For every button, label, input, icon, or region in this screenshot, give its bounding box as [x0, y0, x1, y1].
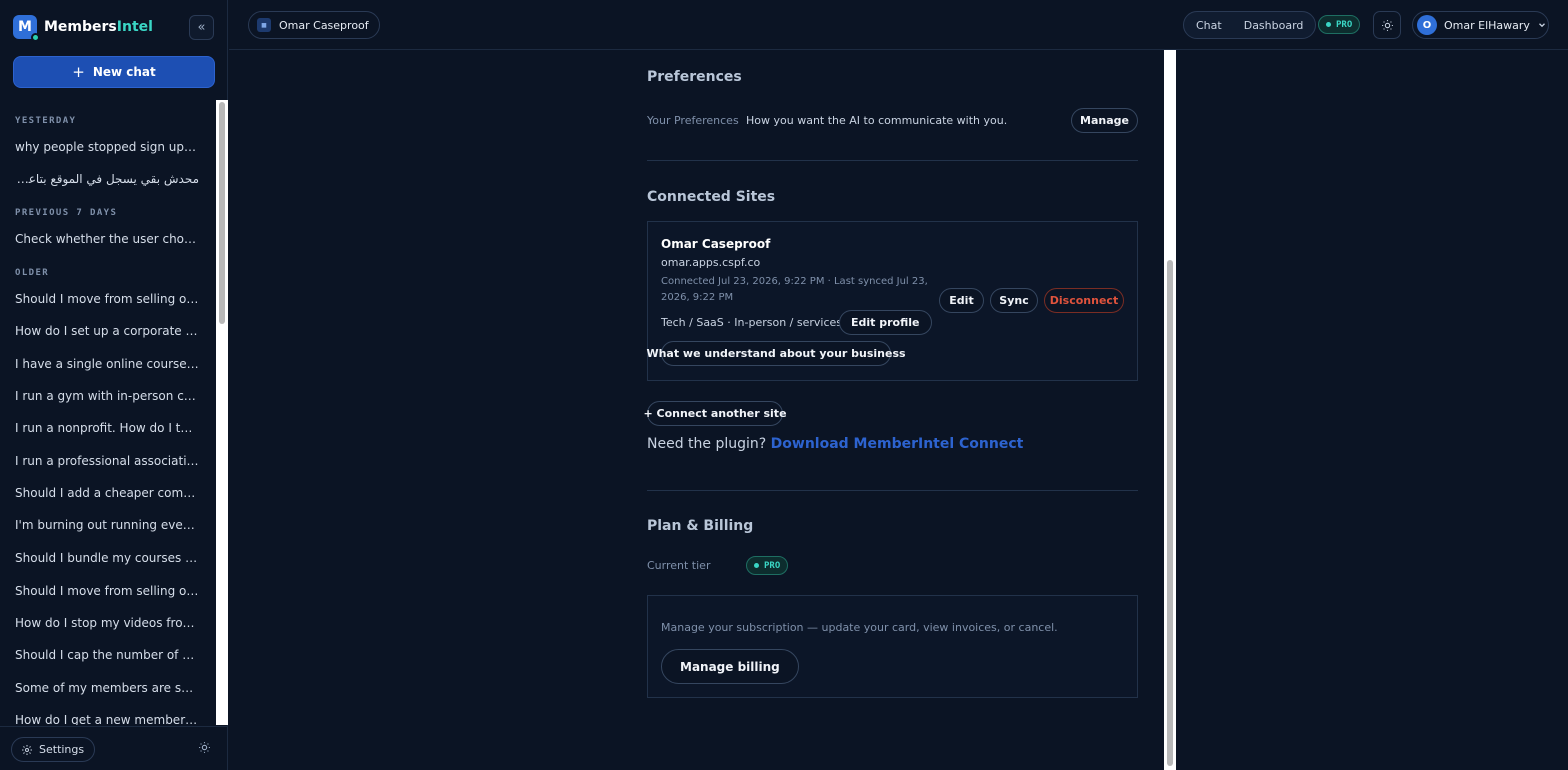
site-domain: omar.apps.cspf.co — [661, 256, 761, 269]
chat-item[interactable]: How do I set up a corporate or group pla… — [15, 324, 199, 338]
sidebar-scrollbar-thumb[interactable] — [219, 102, 225, 324]
chat-item[interactable]: I'm burning out running everything mysel… — [15, 518, 199, 532]
brand-name-accent: Intel — [116, 19, 153, 35]
section-label-older: OLDER — [15, 268, 50, 278]
favicon-icon: ■ — [257, 18, 271, 32]
gear-icon — [22, 744, 32, 755]
chat-item[interactable]: Should I cap the number of devices? — [15, 648, 199, 662]
brand-logo-letter: M — [18, 19, 32, 35]
sun-icon — [1381, 19, 1393, 31]
chat-item[interactable]: How do I get a new member to the first w… — [15, 713, 199, 725]
tier-badge-dot — [754, 563, 759, 568]
plugin-prompt: Need the plugin? Download MemberIntel Co… — [647, 436, 1023, 452]
chevron-down-icon — [1538, 23, 1545, 28]
settings-label: Settings — [39, 743, 85, 756]
sidebar: M MembersIntel « + New chat YESTERDAY wh… — [0, 0, 228, 770]
site-name: Omar Caseproof — [661, 237, 771, 251]
settings-button[interactable]: Settings — [11, 737, 96, 762]
nav-toggle: Chat Dashboard — [1183, 11, 1317, 39]
current-tier-badge: PRO — [746, 556, 789, 575]
chat-item[interactable]: Should I add a cheaper community tier? — [15, 486, 199, 500]
sidebar-scrollbar[interactable] — [216, 100, 228, 725]
divider — [647, 160, 1138, 161]
plan-badge: PRO — [1318, 15, 1361, 34]
chat-item[interactable]: How do I stop my videos from being share… — [15, 616, 199, 630]
chat-history: YESTERDAY why people stopped sign up to … — [0, 100, 215, 725]
divider — [647, 490, 1138, 491]
tab-chat[interactable]: Chat — [1196, 19, 1222, 32]
tier-badge-label: PRO — [764, 560, 781, 571]
main-scrollbar[interactable] — [1164, 50, 1176, 770]
chat-item[interactable]: I have a single online course. Should I.… — [15, 357, 199, 371]
collapse-sidebar-button[interactable]: « — [189, 15, 214, 40]
user-menu[interactable]: O Omar ElHawary — [1412, 11, 1549, 39]
sync-site-button[interactable]: Sync — [990, 288, 1038, 313]
download-plugin-link[interactable]: Download MemberIntel Connect — [771, 436, 1024, 452]
preferences-label: Your Preferences — [647, 114, 739, 127]
connect-another-site-button[interactable]: + Connect another site — [643, 401, 787, 426]
plus-icon: + — [72, 63, 85, 81]
disconnect-site-button[interactable]: Disconnect — [1044, 288, 1124, 313]
chat-item[interactable]: Should I bundle my courses together? — [15, 551, 199, 565]
section-label-yesterday: YESTERDAY — [15, 116, 77, 126]
sun-icon — [199, 742, 210, 753]
main-scrollbar-thumb[interactable] — [1167, 260, 1173, 766]
connected-sites-heading: Connected Sites — [647, 189, 776, 205]
brand-logo-icon: M — [13, 15, 40, 42]
chat-item[interactable]: Should I move from selling one-off cours… — [15, 584, 199, 598]
manage-preferences-button[interactable]: Manage — [1071, 108, 1138, 133]
theme-toggle-button[interactable] — [198, 741, 211, 758]
new-chat-button[interactable]: + New chat — [13, 56, 215, 88]
site-selector[interactable]: ■ Omar Caseproof — [248, 11, 380, 39]
brand-name-main: Members — [44, 19, 117, 35]
theme-toggle-button[interactable] — [1373, 11, 1401, 39]
chevrons-left-icon: « — [197, 20, 206, 35]
connected-site-card: Omar Caseproof omar.apps.cspf.co Connect… — [646, 221, 1138, 381]
new-chat-label: New chat — [92, 65, 156, 79]
chat-item[interactable]: why people stopped sign up to my website… — [15, 140, 199, 154]
plan-badge-dot — [1326, 22, 1331, 27]
site-sync-meta: Connected Jul 23, 2026, 9:22 PM · Last s… — [661, 276, 928, 303]
sidebar-footer: Settings — [0, 726, 228, 770]
plan-badge-label: PRO — [1336, 19, 1353, 30]
manage-billing-button[interactable]: Manage billing — [661, 649, 799, 684]
site-categories: Tech / SaaS · In-person / services — [661, 316, 842, 329]
current-tier-label: Current tier — [647, 559, 711, 572]
user-name: Omar ElHawary — [1444, 18, 1530, 32]
tab-dashboard[interactable]: Dashboard — [1244, 19, 1304, 32]
site-selector-label: Omar Caseproof — [279, 18, 369, 32]
status-dot — [31, 33, 40, 42]
edit-site-button[interactable]: Edit — [939, 288, 984, 313]
avatar: O — [1417, 15, 1437, 35]
billing-description: Manage your subscription — update your c… — [661, 621, 1058, 634]
chat-item[interactable]: I run a gym with in-person classes... — [15, 389, 199, 403]
edit-profile-button[interactable]: Edit profile — [839, 310, 932, 335]
chat-item[interactable]: Should I move from selling one-off cours… — [15, 292, 199, 306]
section-label-previous-7-days: PREVIOUS 7 DAYS — [15, 208, 118, 218]
chat-item[interactable]: Check whether the user chose a valid pla… — [15, 232, 199, 246]
chat-item[interactable]: I run a nonprofit. How do I turn our... — [15, 421, 199, 435]
brand[interactable]: M MembersIntel — [13, 15, 153, 42]
business-understanding-button[interactable]: What we understand about your business — [646, 341, 906, 366]
chat-item[interactable]: محدش بقي يسجل في الموقع بتاعي مش فاهم — [15, 172, 199, 186]
topbar: ■ Omar Caseproof Chat Dashboard PRO O Om… — [229, 0, 1568, 50]
billing-card: Manage your subscription — update your c… — [647, 595, 1138, 698]
plan-billing-heading: Plan & Billing — [647, 518, 754, 534]
plugin-prompt-text: Need the plugin? — [647, 436, 767, 452]
preferences-description: How you want the AI to communicate with … — [746, 114, 1008, 127]
brand-name: MembersIntel — [44, 19, 153, 35]
preferences-heading: Preferences — [647, 69, 742, 85]
chat-item[interactable]: Some of my members are sharing logins — [15, 681, 199, 695]
chat-item[interactable]: I run a professional association with... — [15, 454, 199, 468]
